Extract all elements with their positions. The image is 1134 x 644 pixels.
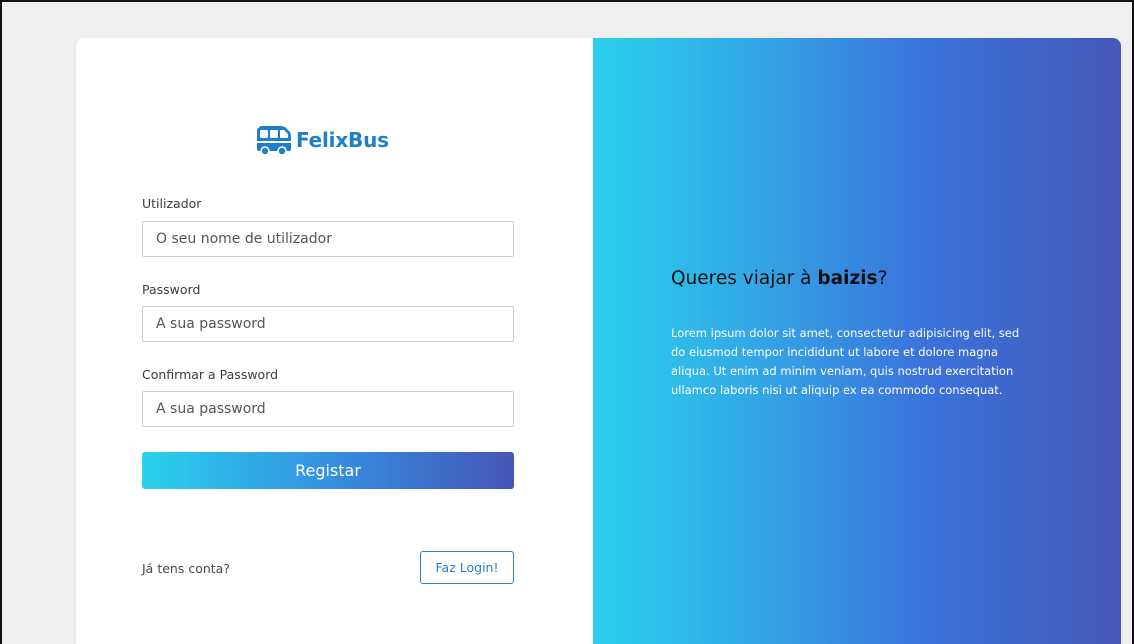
password-input[interactable] xyxy=(142,306,514,342)
username-input[interactable] xyxy=(142,221,514,257)
promo-body: Lorem ipsum dolor sit amet, consectetur … xyxy=(671,326,1020,397)
register-card: FelixBus Utilizador Password Confirmar a… xyxy=(76,38,1121,644)
promo-headline-highlight: baizis xyxy=(817,268,878,289)
brand-logo: FelixBus xyxy=(253,124,389,156)
bus-icon xyxy=(257,126,291,156)
promo-headline-suffix: ? xyxy=(877,268,888,289)
brand-name: FelixBus xyxy=(296,128,389,152)
confirm-password-input[interactable] xyxy=(142,391,514,427)
register-panel: FelixBus Utilizador Password Confirmar a… xyxy=(76,38,593,644)
password-label: Password xyxy=(142,282,201,297)
register-button[interactable]: Registar xyxy=(142,452,514,489)
window-frame: FelixBus Utilizador Password Confirmar a… xyxy=(0,0,1134,644)
confirm-password-label: Confirmar a Password xyxy=(142,367,279,382)
username-label: Utilizador xyxy=(142,196,202,211)
promo-headline: Queres viajar à baizis? xyxy=(671,268,887,289)
promo-panel: Queres viajar à baizis? Lorem ipsum dolo… xyxy=(593,38,1121,644)
have-account-text: Já tens conta? xyxy=(142,561,230,576)
login-button[interactable]: Faz Login! xyxy=(420,551,514,584)
promo-headline-prefix: Queres viajar à xyxy=(671,268,818,289)
